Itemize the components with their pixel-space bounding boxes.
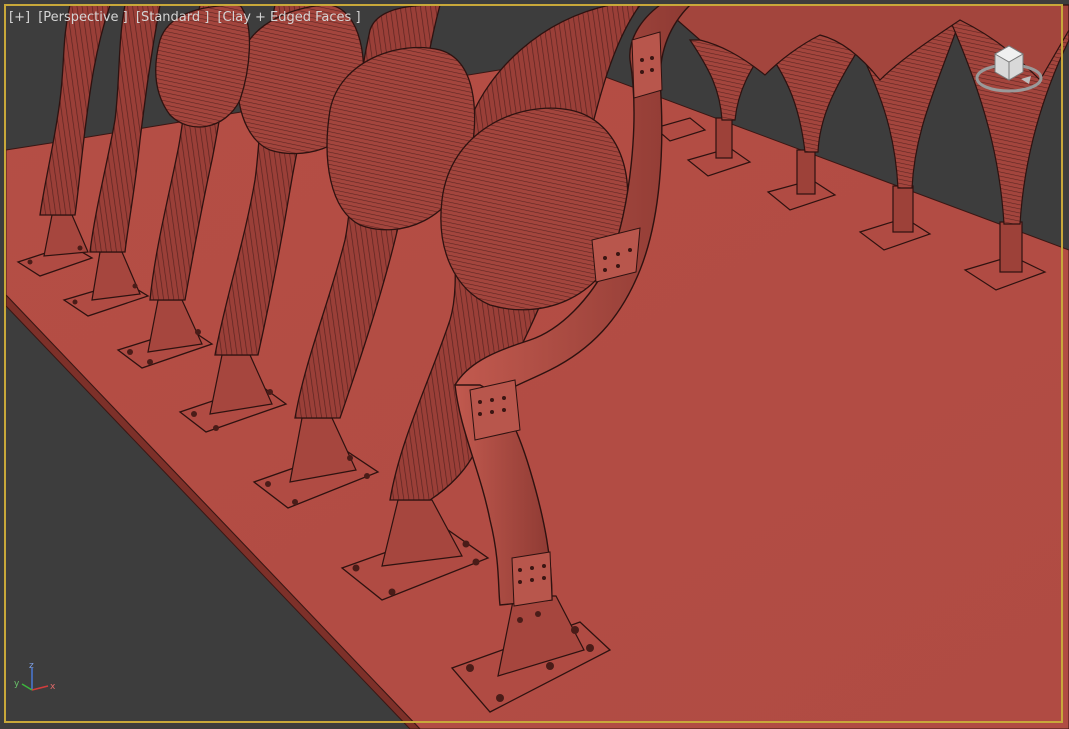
viewcube-icon[interactable] <box>973 36 1047 100</box>
scene-canvas[interactable] <box>0 0 1069 729</box>
viewport-label-menu: [+] [Perspective ] [Standard ] [Clay + E… <box>9 10 365 25</box>
viewport-shading-preset-menu[interactable]: [Standard ] <box>136 10 209 25</box>
viewport-plus-menu[interactable]: [+] <box>9 10 30 25</box>
axis-tripod-icon: z x y <box>14 661 56 692</box>
viewport-shading-mode-menu[interactable]: [Clay + Edged Faces ] <box>217 10 360 25</box>
axis-y-label: y <box>14 679 20 689</box>
axis-z-label: z <box>29 661 34 671</box>
viewport-view-menu[interactable]: [Perspective ] <box>38 10 128 25</box>
perspective-viewport[interactable]: [+] [Perspective ] [Standard ] [Clay + E… <box>0 0 1069 729</box>
axis-x-label: x <box>50 682 56 692</box>
